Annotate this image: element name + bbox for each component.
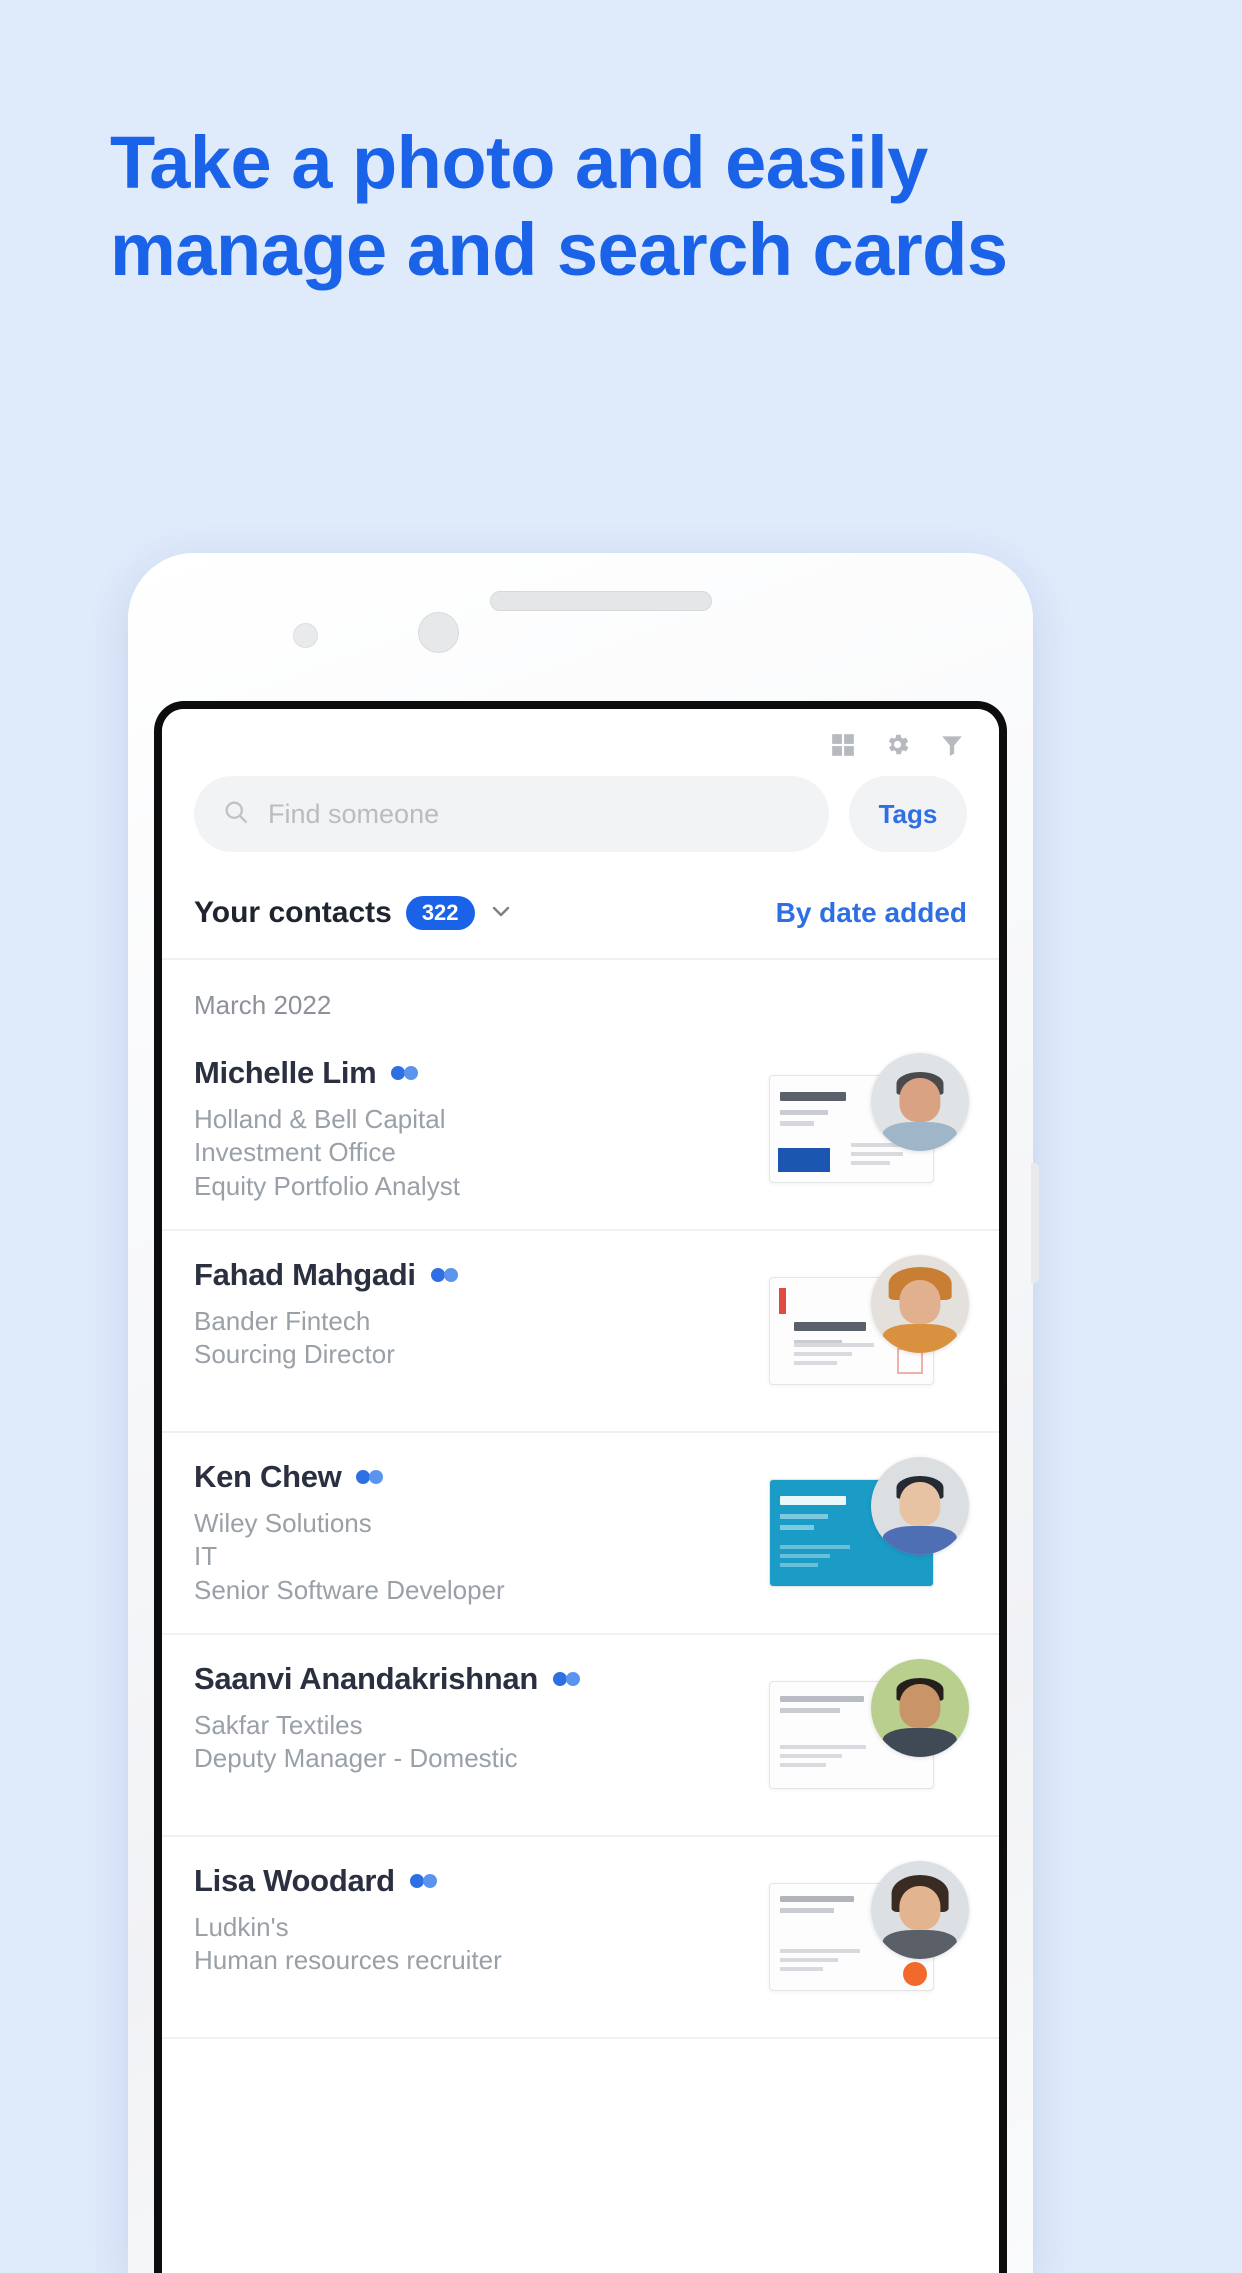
- card-thumbnail[interactable]: [769, 1659, 969, 1809]
- contact-list-item[interactable]: Saanvi Anandakrishnan Sakfar Textiles De…: [162, 1635, 999, 1837]
- card-thumbnail[interactable]: [769, 1861, 969, 2011]
- card-sub-line-2: [780, 1525, 814, 1530]
- contact-role: Sourcing Director: [194, 1339, 395, 1370]
- avatar-face: [899, 1078, 941, 1122]
- card-name-line: [780, 1896, 854, 1902]
- avatar-body: [882, 1121, 958, 1151]
- page-title: Take a photo and easily manage and searc…: [110, 121, 1008, 291]
- contact-name: Ken Chew: [194, 1459, 342, 1494]
- contacts-header: Your contacts 322 By date added: [162, 852, 999, 960]
- contact-company: Ludkin's: [194, 1912, 289, 1942]
- gear-icon[interactable]: [884, 731, 911, 758]
- search-icon: [222, 798, 250, 831]
- card-detail-lines: [780, 1745, 866, 1772]
- contact-name: Lisa Woodard: [194, 1863, 395, 1898]
- phone-screen: Find someone Tags Your contacts 322 By d…: [154, 701, 1007, 2273]
- sort-button[interactable]: By date added: [776, 897, 967, 929]
- avatar: [871, 1053, 969, 1151]
- contact-name: Michelle Lim: [194, 1055, 377, 1090]
- card-sub-line: [780, 1110, 828, 1115]
- contact-info: Fahad Mahgadi Bander Fintech Sourcing Di…: [194, 1253, 769, 1372]
- card-detail-lines: [780, 1949, 860, 1976]
- app-toolbar: [162, 709, 999, 762]
- contact-role: Human resources recruiter: [194, 1945, 502, 1976]
- contact-department: Investment Office: [194, 1137, 396, 1168]
- card-tag-dot: [903, 1962, 927, 1986]
- linked-contacts-icon: [355, 1469, 385, 1485]
- avatar-face: [899, 1684, 941, 1728]
- contacts-title-group[interactable]: Your contacts 322: [194, 896, 513, 930]
- avatar-body: [882, 1929, 958, 1959]
- card-thumbnail[interactable]: [769, 1255, 969, 1405]
- contact-list-item[interactable]: Fahad Mahgadi Bander Fintech Sourcing Di…: [162, 1231, 999, 1433]
- contact-name: Fahad Mahgadi: [194, 1257, 416, 1292]
- contact-company: Holland & Bell Capital: [194, 1104, 446, 1134]
- card-logo-block: [778, 1148, 830, 1172]
- card-detail-lines: [780, 1545, 850, 1572]
- card-sub-line: [780, 1908, 834, 1913]
- card-name-line: [780, 1092, 846, 1101]
- avatar: [871, 1457, 969, 1555]
- power-button[interactable]: [1031, 1163, 1039, 1283]
- linked-contacts-icon: [552, 1671, 582, 1687]
- contact-name-row: Fahad Mahgadi: [194, 1257, 769, 1293]
- filter-icon[interactable]: [939, 732, 965, 758]
- grid-view-icon[interactable]: [830, 732, 856, 758]
- card-sub-line: [780, 1514, 828, 1519]
- contact-info: Lisa Woodard Ludkin's Human resources re…: [194, 1859, 769, 1978]
- contact-role: Senior Software Developer: [194, 1574, 505, 1605]
- contact-company: Wiley Solutions: [194, 1508, 372, 1538]
- avatar: [871, 1861, 969, 1959]
- avatar-body: [882, 1525, 958, 1555]
- contact-info: Michelle Lim Holland & Bell Capital Inve…: [194, 1051, 769, 1203]
- contact-role: Equity Portfolio Analyst: [194, 1170, 460, 1201]
- front-camera-icon: [418, 612, 459, 653]
- contact-info: Ken Chew Wiley Solutions IT Senior Softw…: [194, 1455, 769, 1607]
- card-name-line: [780, 1696, 864, 1702]
- contact-list-item[interactable]: Michelle Lim Holland & Bell Capital Inve…: [162, 1029, 999, 1231]
- contact-department: IT: [194, 1541, 218, 1572]
- front-sensor-icon: [293, 623, 318, 648]
- avatar-body: [882, 1323, 958, 1353]
- contact-info: Saanvi Anandakrishnan Sakfar Textiles De…: [194, 1657, 769, 1776]
- linked-contacts-icon: [390, 1065, 420, 1081]
- contact-name-row: Lisa Woodard: [194, 1863, 769, 1899]
- card-sub-line-2: [780, 1121, 814, 1126]
- avatar-body: [882, 1727, 958, 1757]
- contacts-title: Your contacts: [194, 896, 392, 929]
- avatar-face: [899, 1886, 941, 1930]
- card-detail-lines: [794, 1343, 874, 1370]
- contacts-count-badge: 322: [405, 896, 475, 930]
- search-placeholder: Find someone: [268, 798, 440, 829]
- chevron-down-icon[interactable]: [489, 899, 513, 928]
- contact-company: Sakfar Textiles: [194, 1710, 363, 1740]
- avatar-face: [899, 1280, 941, 1324]
- tags-button[interactable]: Tags: [849, 776, 967, 852]
- card-name-line: [794, 1322, 866, 1331]
- card-sub-line: [780, 1708, 840, 1713]
- linked-contacts-icon: [409, 1873, 439, 1889]
- avatar: [871, 1659, 969, 1757]
- phone-mockup: Find someone Tags Your contacts 322 By d…: [128, 553, 1039, 2273]
- contact-role: Deputy Manager - Domestic: [194, 1743, 518, 1774]
- contact-company: Bander Fintech: [194, 1306, 371, 1336]
- contact-name-row: Ken Chew: [194, 1459, 769, 1495]
- card-name-line: [780, 1496, 846, 1505]
- contact-name-row: Saanvi Anandakrishnan: [194, 1661, 769, 1697]
- avatar: [871, 1255, 969, 1353]
- earpiece-speaker: [490, 591, 712, 611]
- month-group-label: March 2022: [194, 990, 332, 1020]
- contact-list-item[interactable]: Ken Chew Wiley Solutions IT Senior Softw…: [162, 1433, 999, 1635]
- contact-name: Saanvi Anandakrishnan: [194, 1661, 538, 1696]
- search-input[interactable]: Find someone: [194, 776, 829, 852]
- contact-list-item-partial[interactable]: [162, 2039, 999, 2214]
- contact-name-row: Michelle Lim: [194, 1055, 769, 1091]
- search-row: Find someone Tags: [162, 762, 999, 852]
- avatar-face: [899, 1482, 941, 1526]
- linked-contacts-icon: [430, 1267, 460, 1283]
- app-viewport: Find someone Tags Your contacts 322 By d…: [162, 709, 999, 2273]
- card-thumbnail[interactable]: [769, 1053, 969, 1203]
- contact-list-item[interactable]: Lisa Woodard Ludkin's Human resources re…: [162, 1837, 999, 2039]
- card-thumbnail[interactable]: [769, 1457, 969, 1607]
